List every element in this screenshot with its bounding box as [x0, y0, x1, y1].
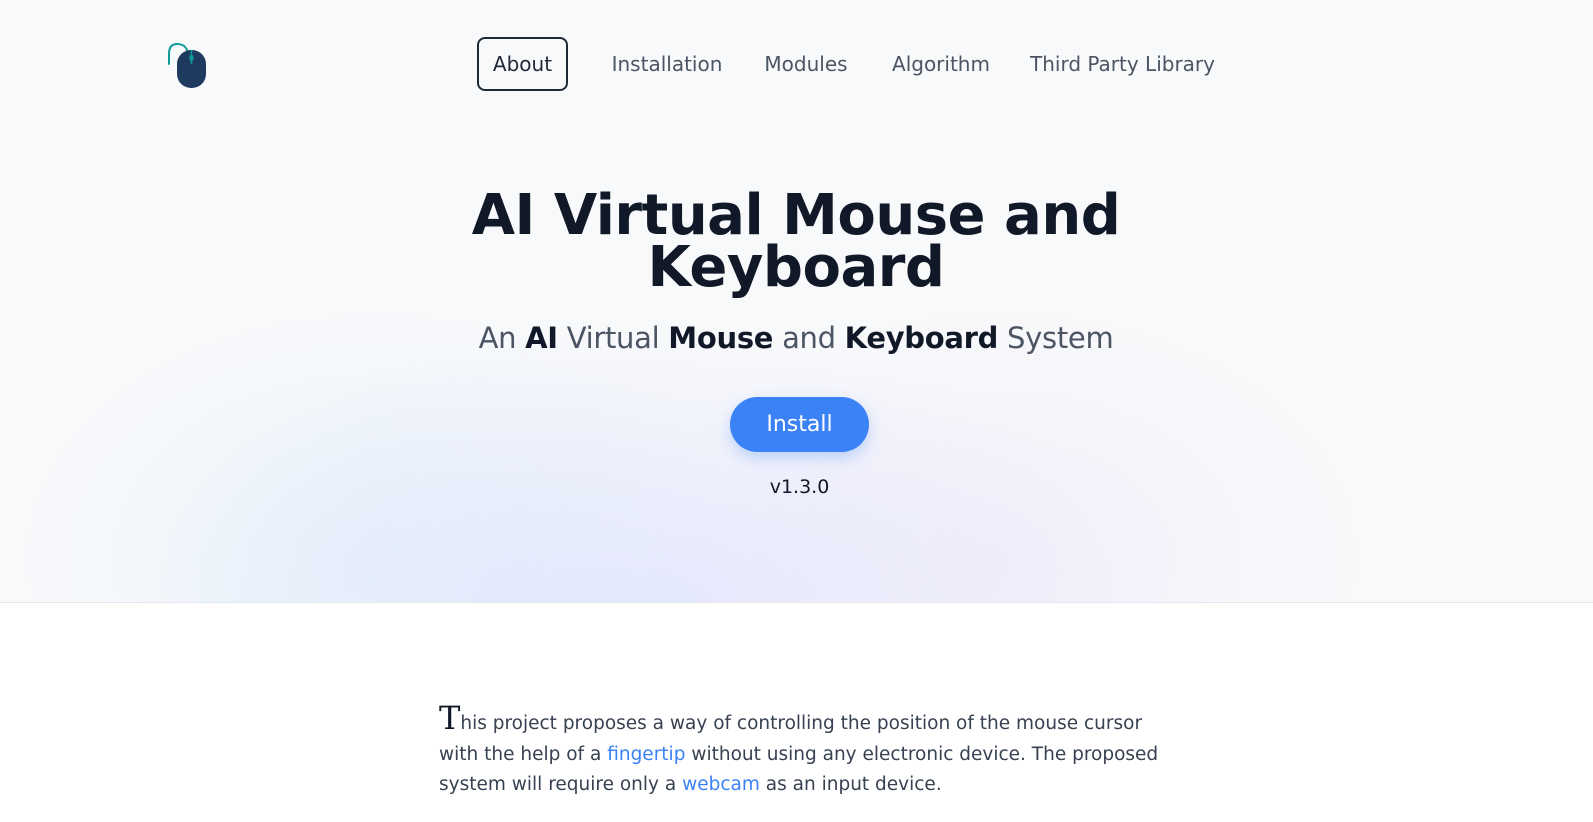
- subtitle-word: System: [1007, 321, 1114, 355]
- version-label: v1.3.0: [769, 476, 830, 498]
- subtitle-word: and: [782, 321, 836, 355]
- subtitle-word: Virtual: [566, 321, 660, 355]
- nav-item-installation[interactable]: Installation: [608, 37, 726, 91]
- fingertip-link[interactable]: fingertip: [607, 744, 685, 765]
- install-button[interactable]: Install: [730, 397, 869, 452]
- nav-item-third-party-library[interactable]: Third Party Library: [1030, 37, 1215, 91]
- nav-item-algorithm[interactable]: Algorithm: [888, 37, 994, 91]
- drop-cap: T: [439, 699, 461, 737]
- subtitle-word-bold: Keyboard: [844, 321, 999, 355]
- subtitle-word-bold: AI: [525, 321, 558, 355]
- about-text: as an input device.: [765, 774, 942, 795]
- webcam-link[interactable]: webcam: [682, 774, 760, 795]
- hero-section: About Installation Modules Algorithm Thi…: [0, 0, 1593, 603]
- page-subtitle: An AI Virtual Mouse and Keyboard System: [396, 318, 1196, 358]
- about-paragraph: This project proposes a way of controlli…: [439, 702, 1159, 801]
- main-nav: About Installation Modules Algorithm Thi…: [0, 37, 1593, 93]
- subtitle-word-bold: Mouse: [668, 321, 774, 355]
- page-title: AI Virtual Mouse and Keyboard: [471, 183, 1121, 300]
- nav-item-modules[interactable]: Modules: [760, 37, 852, 91]
- subtitle-word: An: [478, 321, 517, 355]
- nav-item-about[interactable]: About: [477, 37, 568, 91]
